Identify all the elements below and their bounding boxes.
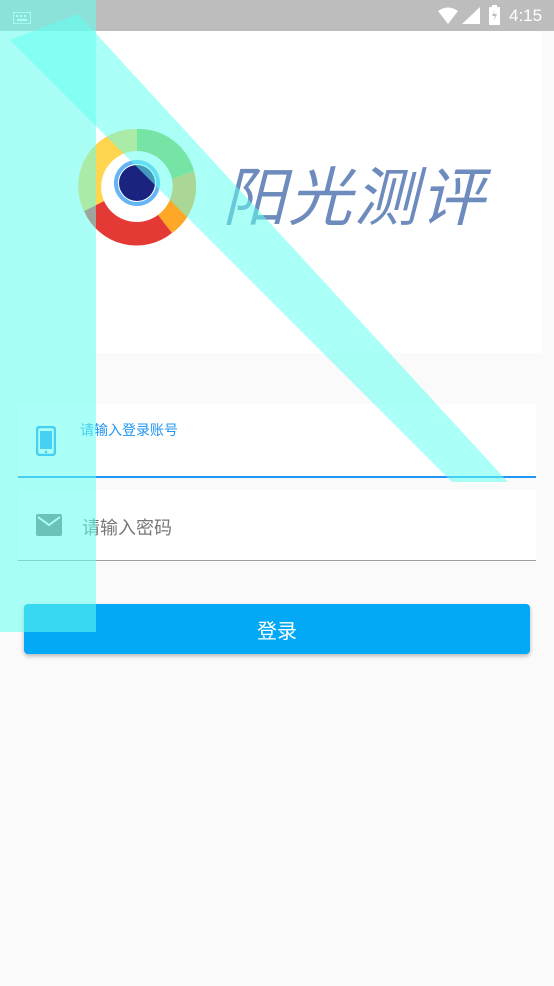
login-button[interactable]: 登录 [24,604,530,654]
logo-card: 阳光测评 [78,31,542,353]
password-input[interactable] [80,514,524,542]
signal-icon [462,7,480,28]
overlay-vertical-band [0,0,96,632]
battery-charging-icon [489,5,500,29]
logo-text: 阳光测评 [222,162,486,236]
account-input[interactable] [80,440,524,468]
clock-time: 4:15 [509,6,543,25]
wifi-icon [438,7,458,28]
